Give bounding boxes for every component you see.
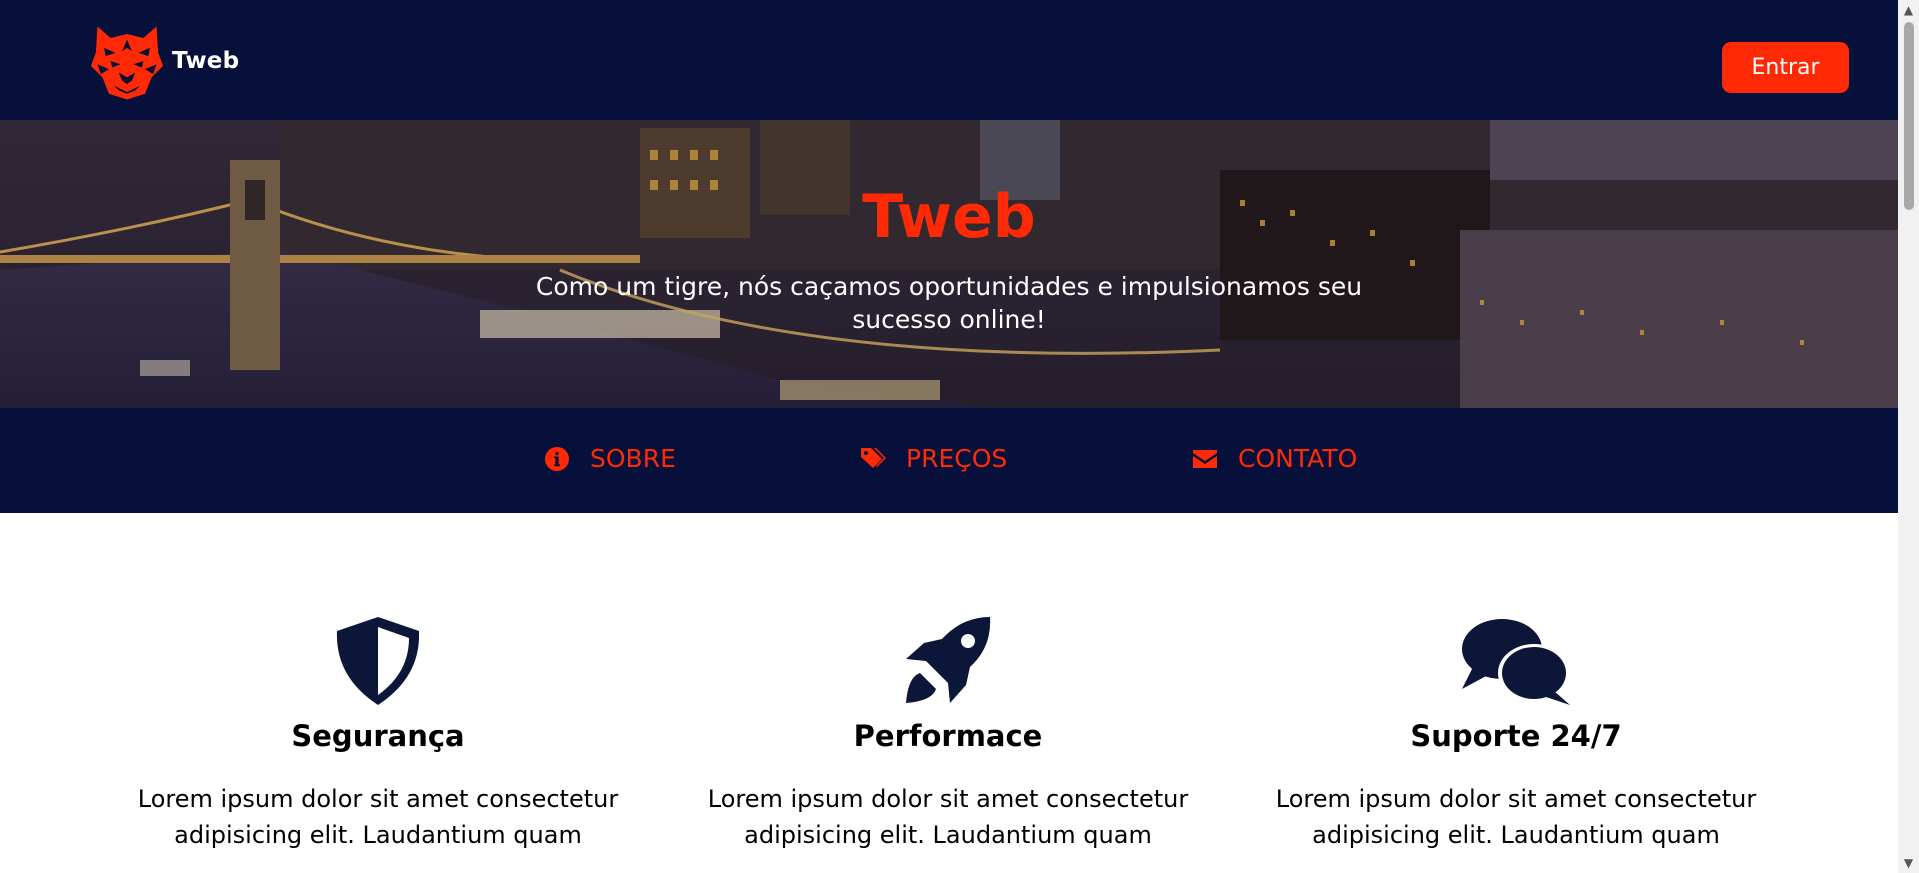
brand-label: Tweb <box>172 48 240 74</box>
hero-banner: Tweb Como um tigre, nós caçamos oportuni… <box>0 120 1898 408</box>
login-button[interactable]: Entrar <box>1722 42 1849 93</box>
nav-item-precos[interactable]: PREÇOS <box>860 444 1007 473</box>
feature-text: Lorem ipsum dolor sit amet consectetur a… <box>1275 785 1757 849</box>
tags-icon <box>861 447 886 468</box>
feature-title: Suporte 24/7 <box>1410 719 1622 753</box>
city-night-background-image <box>0 120 1898 408</box>
feature-title: Performace <box>853 719 1043 753</box>
top-header: Tweb Entrar <box>0 0 1898 120</box>
hero-subtitle: Como um tigre, nós caçamos oportunidades… <box>535 272 1363 334</box>
scroll-up-arrow-icon[interactable]: ▲ <box>1898 0 1919 20</box>
chat-bubbles-icon <box>1462 619 1570 705</box>
scroll-down-arrow-icon[interactable]: ▼ <box>1898 853 1919 873</box>
logo-link[interactable]: Tweb <box>86 20 239 102</box>
page-scrollbar[interactable]: ▲ ▼ <box>1898 0 1919 873</box>
feature-text: Lorem ipsum dolor sit amet consectetur a… <box>707 785 1189 849</box>
hero-title: Tweb <box>862 182 1036 252</box>
nav-label-precos: PREÇOS <box>906 444 1008 473</box>
shield-icon <box>336 617 420 705</box>
tiger-head-icon <box>90 26 164 100</box>
info-circle-icon <box>545 446 569 471</box>
feature-card-performace: Performace Lorem ipsum dolor sit amet co… <box>688 615 1208 853</box>
feature-card-suporte: Suporte 24/7 Lorem ipsum dolor sit amet … <box>1256 615 1776 853</box>
nav-item-sobre[interactable]: SOBRE <box>544 444 676 473</box>
nav-label-contato: CONTATO <box>1238 444 1358 473</box>
feature-card-seguranca: Segurança Lorem ipsum dolor sit amet con… <box>118 615 638 853</box>
nav-item-contato[interactable]: CONTATO <box>1192 444 1357 473</box>
feature-title: Segurança <box>291 719 465 753</box>
main-nav: SOBRE PREÇOS CONTATO <box>0 408 1898 513</box>
envelope-icon <box>1193 449 1217 468</box>
scroll-thumb[interactable] <box>1904 22 1914 210</box>
nav-label-sobre: SOBRE <box>590 444 676 473</box>
page: Tweb Entrar Tweb Como um tigre, nós caça… <box>0 0 1898 873</box>
rocket-icon <box>906 617 991 703</box>
feature-text: Lorem ipsum dolor sit amet consectetur a… <box>137 785 619 849</box>
features-section: Segurança Lorem ipsum dolor sit amet con… <box>0 513 1898 873</box>
